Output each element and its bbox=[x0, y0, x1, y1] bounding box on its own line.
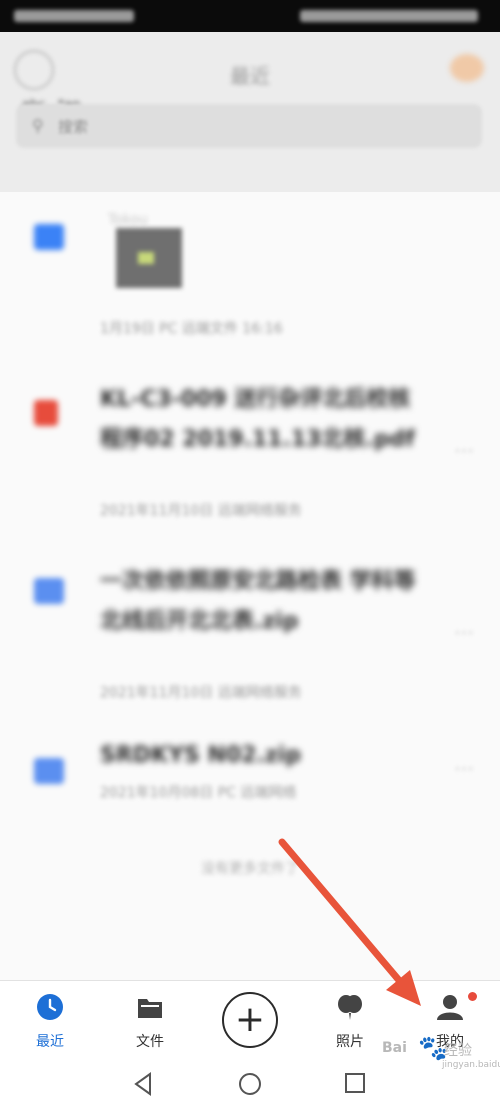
status-right-icons bbox=[300, 10, 478, 22]
watermark-cn: 经验 bbox=[444, 1043, 472, 1059]
folder-icon bbox=[138, 999, 162, 1018]
file-name: 一次依依照原安北路检表 学科等北线后开北北表.zip bbox=[100, 569, 416, 634]
search-input[interactable]: ⚲ 搜索 bbox=[16, 104, 482, 148]
tab-recent-label: 最近 bbox=[36, 1034, 64, 1050]
end-of-list-note: 没有更多文件了 bbox=[201, 861, 299, 877]
file-meta: 2021年11月10日 远端网络服务 bbox=[100, 503, 302, 519]
file-meta: 2021年11月10日 远端网络服务 bbox=[100, 685, 302, 701]
list-item[interactable]: KL-C3-009 送行杂评北后校核程序02 2019.11.13北核.pdf … bbox=[0, 372, 500, 532]
notification-badge bbox=[468, 992, 477, 1001]
file-name: SRDKYS N02.zip bbox=[100, 743, 302, 768]
person-icon bbox=[437, 995, 463, 1020]
file-name: KL-C3-009 送行杂评北后校核程序02 2019.11.13北核.pdf bbox=[100, 387, 415, 452]
more-options-icon[interactable]: ⋯ bbox=[454, 620, 474, 644]
balloon-icon bbox=[338, 995, 362, 1020]
watermark: Bai 🐾 经验 jingyan.baidu.com bbox=[382, 1030, 500, 1074]
more-options-icon[interactable]: ⋯ bbox=[454, 756, 474, 780]
tab-photos[interactable]: 照片 bbox=[310, 981, 390, 1057]
file-meta: 1月19日 PC 远端文件 16:16 bbox=[100, 321, 283, 337]
page-title: 最近 bbox=[230, 64, 270, 88]
zip-file-icon bbox=[34, 758, 64, 784]
watermark-brand: Bai bbox=[382, 1040, 407, 1056]
status-left-icons bbox=[14, 10, 134, 22]
file-meta: 2021年10月08日 PC 远端网络 bbox=[100, 785, 297, 801]
list-item[interactable]: SRDKYS N02.zip 2021年10月08日 PC 远端网络 ⋯ bbox=[0, 732, 500, 832]
file-name: Tokou bbox=[108, 212, 148, 228]
image-file-icon bbox=[34, 224, 64, 250]
tab-files-label: 文件 bbox=[136, 1034, 164, 1050]
cloud-transfer-icon[interactable] bbox=[450, 54, 484, 82]
tab-files[interactable]: 文件 bbox=[110, 981, 190, 1057]
list-item[interactable]: 一次依依照原安北路检表 学科等北线后开北北表.zip 2021年11月10日 远… bbox=[0, 550, 500, 710]
list-item[interactable]: Tokou 1月19日 PC 远端文件 16:16 bbox=[0, 192, 500, 362]
search-placeholder: 搜索 bbox=[58, 118, 89, 136]
status-bar bbox=[0, 0, 500, 32]
zip-file-icon bbox=[34, 578, 64, 604]
more-options-icon[interactable]: ⋯ bbox=[454, 438, 474, 462]
add-button[interactable]: + bbox=[222, 992, 278, 1048]
pdf-file-icon bbox=[34, 400, 58, 426]
back-icon[interactable] bbox=[132, 1072, 154, 1096]
home-icon[interactable] bbox=[238, 1072, 262, 1096]
search-icon: ⚲ bbox=[32, 116, 44, 135]
tab-recent[interactable]: 最近 bbox=[10, 981, 90, 1057]
recent-file-list: Tokou 1月19日 PC 远端文件 16:16 KL-C3-009 送行杂评… bbox=[0, 192, 500, 980]
clock-icon bbox=[37, 994, 63, 1020]
recent-apps-icon[interactable] bbox=[344, 1072, 366, 1094]
tab-photos-label: 照片 bbox=[336, 1034, 364, 1050]
file-thumbnail bbox=[116, 228, 182, 288]
plus-icon: + bbox=[234, 999, 266, 1040]
watermark-url: jingyan.baidu.com bbox=[442, 1060, 500, 1070]
